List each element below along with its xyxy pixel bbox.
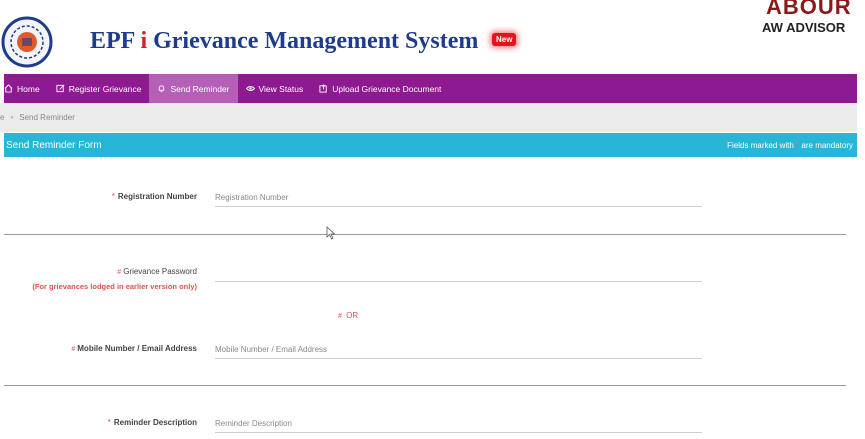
form-divider: [4, 234, 846, 235]
alt-required-marker: #: [117, 269, 122, 276]
upload-icon: [319, 84, 327, 93]
breadcrumb-current: Send Reminder: [19, 113, 75, 122]
grievance-password-label: # Grievance Password: [117, 267, 197, 276]
mouse-cursor-icon: [326, 226, 336, 240]
main-navbar: Home Register Grievance Send Reminder Vi…: [4, 74, 857, 103]
breadcrumb-separator: •: [10, 113, 14, 122]
nav-item-send-reminder[interactable]: Send Reminder: [149, 74, 238, 103]
edit-icon: [56, 84, 65, 93]
labour-law-advisor-logo: ABOUR AW ADVISOR: [762, 0, 852, 35]
breadcrumb-home-link[interactable]: e: [0, 113, 4, 122]
registration-number-input[interactable]: [215, 188, 702, 207]
page-header: EPF i Grievance Management System New AB…: [0, 0, 865, 74]
nav-item-view-status[interactable]: View Status: [238, 74, 312, 103]
epfo-logo-icon: [1, 16, 53, 68]
mobile-email-input[interactable]: [215, 340, 702, 359]
required-marker: *: [111, 192, 115, 201]
grievance-password-hint: (For grievances lodged in earlier versio…: [32, 282, 197, 291]
registration-number-label: * Registration Number: [111, 192, 197, 201]
nav-item-register-grievance[interactable]: Register Grievance: [48, 74, 150, 103]
mobile-email-label: # Mobile Number / Email Address: [71, 344, 197, 353]
form-title: Send Reminder Form: [6, 139, 102, 151]
or-separator: # OR: [338, 311, 359, 320]
app-title: EPF i Grievance Management System: [90, 28, 479, 54]
form-divider: [4, 385, 846, 386]
reminder-description-input[interactable]: [215, 414, 702, 433]
nav-item-home[interactable]: Home: [4, 74, 48, 103]
nav-item-upload-grievance-document[interactable]: Upload Grievance Document: [311, 74, 449, 103]
form-header: Send Reminder Form Fields marked with * …: [4, 133, 857, 157]
eye-icon: [245, 86, 255, 91]
home-icon: [4, 84, 13, 93]
mandatory-note: Fields marked with * are mandatory: [727, 140, 853, 150]
bell-icon: [159, 85, 165, 93]
breadcrumb: e • Send Reminder: [0, 103, 857, 132]
grievance-password-input[interactable]: [215, 263, 702, 282]
alt-required-marker: #: [71, 346, 76, 353]
required-marker: *: [107, 418, 111, 427]
new-badge: New: [492, 33, 517, 46]
reminder-description-label: * Reminder Description: [107, 418, 197, 427]
